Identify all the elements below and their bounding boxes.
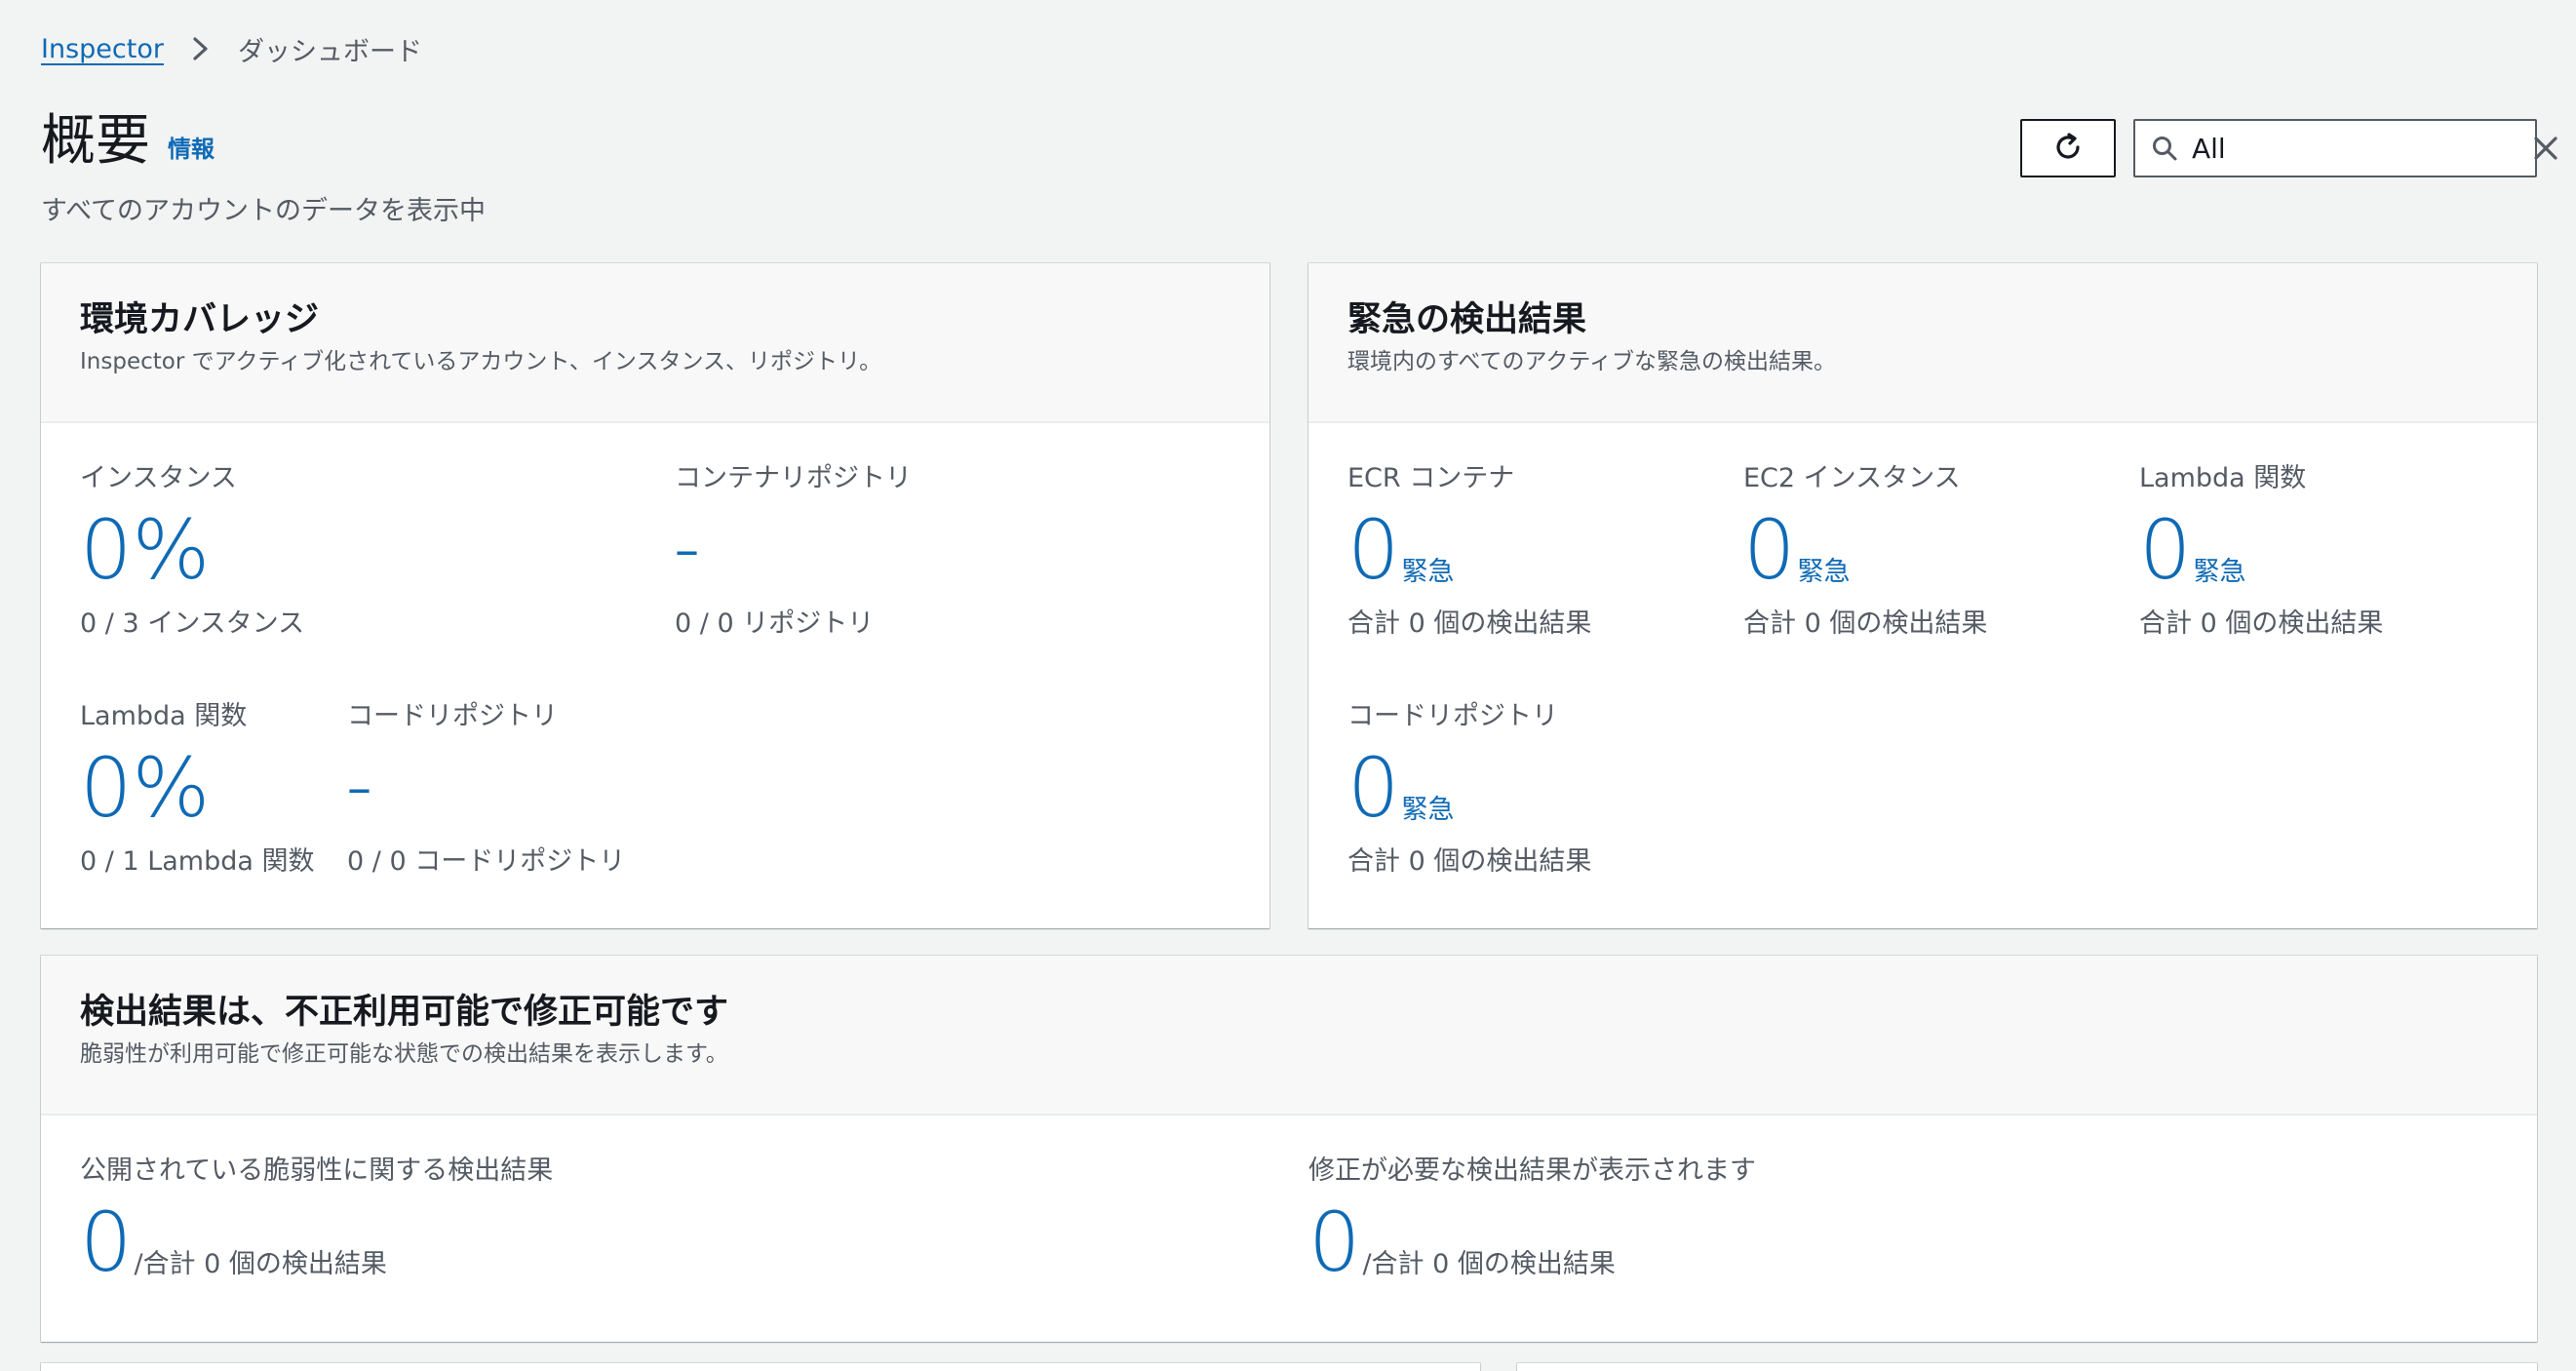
metric-value: 0% — [80, 740, 211, 836]
critical-ecr: ECR コンテナ 0 緊急 合計 0 個の検出結果 — [1347, 456, 1591, 640]
refresh-button[interactable] — [2020, 119, 2116, 177]
coverage-lambda: Lambda 関数 0% 0 / 1 Lambda 関数 — [80, 694, 315, 878]
next-card-left — [41, 1363, 1480, 1371]
exploitable-card-header: 検出結果は、不正利用可能で修正可能です 脆弱性が利用可能で修正可能な状態での検出… — [41, 956, 2537, 1116]
metric-value: 0% — [80, 502, 211, 598]
metric-value[interactable]: 0 — [2139, 506, 2191, 594]
metric-value-row: 0 緊急 — [1347, 744, 1591, 832]
metric-unit: 緊急 — [1797, 557, 1851, 587]
metric-label: Lambda 関数 — [80, 701, 248, 731]
metric-value: – — [675, 522, 699, 578]
page-title: 概要 — [41, 109, 150, 173]
breadcrumb: Inspector ダッシュボード — [41, 29, 422, 68]
info-link[interactable]: 情報 — [168, 130, 215, 164]
next-card-right — [1517, 1363, 2537, 1371]
coverage-instances: インスタンス 0% 0 / 3 インスタンス — [80, 456, 304, 640]
metric-sub: 0 / 1 Lambda 関数 — [80, 846, 315, 877]
metric-label: EC2 インスタンス — [1743, 463, 1961, 493]
close-icon[interactable] — [2532, 127, 2559, 170]
search-icon — [2151, 134, 2178, 163]
metric-sub: 合計 0 個の検出結果 — [1743, 608, 1988, 639]
critical-card-header: 緊急の検出結果 環境内のすべてのアクティブな緊急の検出結果。 — [1308, 263, 2537, 423]
exploitable-card-title: 検出結果は、不正利用可能で修正可能です — [80, 993, 729, 1032]
metric-value[interactable]: 0 — [1347, 506, 1399, 594]
metric-value-row: 0 緊急 — [1347, 506, 1591, 594]
exploitable-public: 公開されている脆弱性に関する検出結果 0 /合計 0 個の検出結果 — [80, 1149, 553, 1286]
critical-findings-card: 緊急の検出結果 環境内のすべてのアクティブな緊急の検出結果。 ECR コンテナ … — [1308, 263, 2537, 928]
metric-unit: 緊急 — [2193, 557, 2246, 587]
metric-label: コードリポジトリ — [1347, 701, 1558, 731]
metric-value-row: 0 /合計 0 個の検出結果 — [80, 1198, 553, 1286]
metric-label: コンテナリポジトリ — [675, 463, 912, 493]
exploitable-fix: 修正が必要な検出結果が表示されます 0 /合計 0 個の検出結果 — [1308, 1149, 1756, 1286]
critical-ec2: EC2 インスタンス 0 緊急 合計 0 個の検出結果 — [1743, 456, 1987, 640]
metric-value: – — [347, 760, 371, 816]
metric-value[interactable]: 0 — [1347, 744, 1399, 832]
metric-sub: 0 / 0 コードリポジトリ — [347, 846, 626, 877]
metric-sub: 合計 0 個の検出結果 — [2139, 608, 2384, 639]
critical-card-title: 緊急の検出結果 — [1347, 300, 1587, 339]
metric-value-row: 0 緊急 — [2139, 506, 2383, 594]
metric-value[interactable]: 0 — [80, 1198, 132, 1286]
metric-total: /合計 0 個の検出結果 — [134, 1249, 387, 1279]
inspector-dashboard: Inspector ダッシュボード 概要 情報 すべてのアカウントのデータを表示… — [0, 0, 2576, 1371]
metric-sub: 合計 0 個の検出結果 — [1347, 608, 1592, 639]
metric-label: インスタンス — [80, 463, 237, 493]
page-subtitle: すべてのアカウントのデータを表示中 — [41, 196, 487, 226]
metric-value[interactable]: 0 — [1743, 506, 1795, 594]
metric-label: ECR コンテナ — [1347, 463, 1515, 493]
metric-value-row: 0 /合計 0 個の検出結果 — [1308, 1198, 1756, 1286]
coverage-card-header: 環境カバレッジ Inspector でアクティブ化されているアカウント、インスタ… — [41, 263, 1269, 423]
search-box — [2133, 119, 2557, 177]
metric-unit: 緊急 — [1401, 557, 1455, 587]
metric-sub: 合計 0 個の検出結果 — [1347, 846, 1592, 877]
chevron-right-icon — [181, 29, 220, 68]
coverage-card: 環境カバレッジ Inspector でアクティブ化されているアカウント、インスタ… — [41, 263, 1269, 928]
search-input[interactable] — [2178, 121, 2532, 176]
coverage-code-repos: コードリポジトリ – 0 / 0 コードリポジトリ — [347, 694, 625, 878]
exploitable-findings-card: 検出結果は、不正利用可能で修正可能です 脆弱性が利用可能で修正可能な状態での検出… — [41, 956, 2537, 1342]
metric-unit: 緊急 — [1401, 795, 1455, 825]
metric-label: 修正が必要な検出結果が表示されます — [1308, 1156, 1756, 1186]
metric-label: Lambda 関数 — [2139, 463, 2307, 493]
metric-label: コードリポジトリ — [347, 701, 558, 731]
page-header: 概要 情報 — [41, 107, 215, 176]
critical-card-description: 環境内のすべてのアクティブな緊急の検出結果。 — [1347, 349, 1836, 374]
metric-sub: 0 / 3 インスタンス — [80, 608, 305, 639]
critical-lambda: Lambda 関数 0 緊急 合計 0 個の検出結果 — [2139, 456, 2383, 640]
metric-label: 公開されている脆弱性に関する検出結果 — [80, 1156, 554, 1186]
metric-value-row: 0 緊急 — [1743, 506, 1987, 594]
metric-sub: 0 / 0 リポジトリ — [675, 608, 875, 639]
breadcrumb-inspector-link[interactable]: Inspector — [41, 34, 164, 64]
metric-value[interactable]: 0 — [1308, 1198, 1360, 1286]
exploitable-card-description: 脆弱性が利用可能で修正可能な状態での検出結果を表示します。 — [80, 1041, 728, 1067]
coverage-container-repos: コンテナリポジトリ – 0 / 0 リポジトリ — [675, 456, 912, 640]
coverage-card-title: 環境カバレッジ — [80, 300, 320, 339]
refresh-icon — [2050, 130, 2086, 168]
metric-total: /合計 0 個の検出結果 — [1362, 1249, 1616, 1279]
coverage-card-description: Inspector でアクティブ化されているアカウント、インスタンス、リポジトリ… — [80, 349, 882, 374]
critical-code-repos: コードリポジトリ 0 緊急 合計 0 個の検出結果 — [1347, 694, 1591, 878]
breadcrumb-current: ダッシュボード — [237, 36, 422, 67]
